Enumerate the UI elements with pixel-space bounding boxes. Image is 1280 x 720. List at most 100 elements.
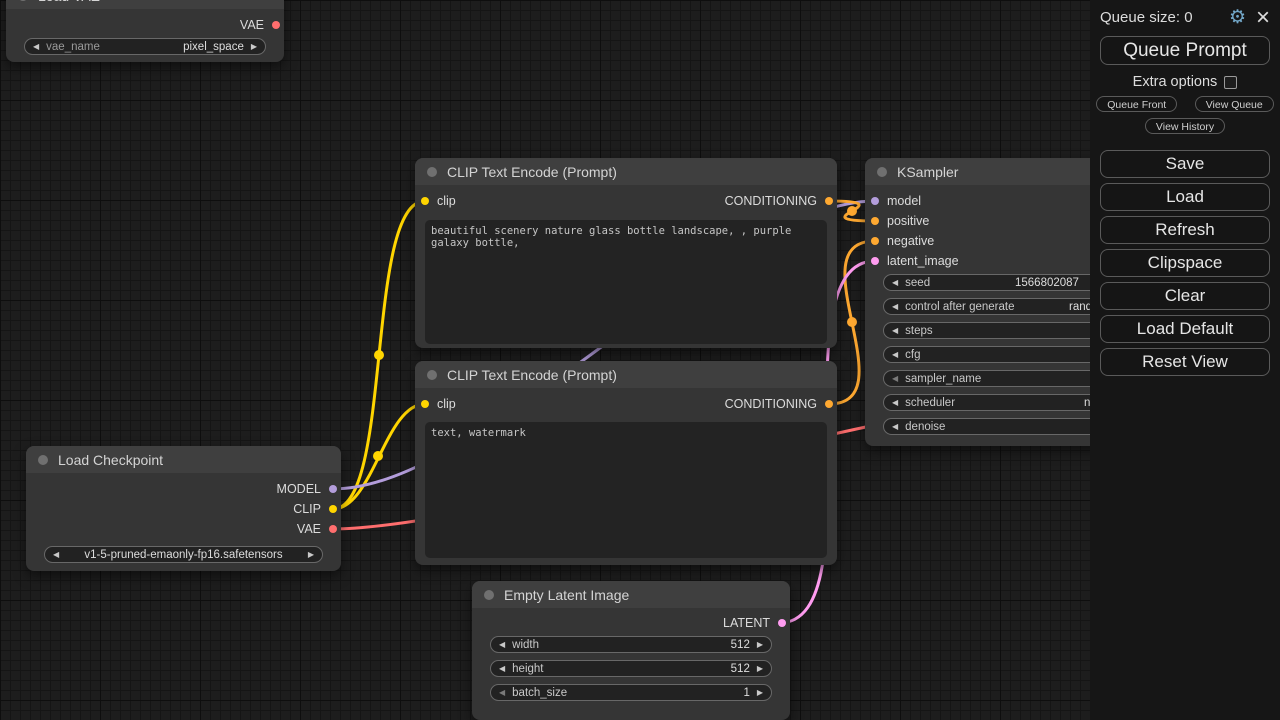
node-empty-latent-image[interactable]: Empty Latent Image LATENT ◀ width 512 ▶ … [472, 581, 790, 720]
widget-width[interactable]: ◀ width 512 ▶ [490, 636, 772, 653]
prev-arrow-icon[interactable]: ◀ [892, 423, 898, 431]
input-dot-clip[interactable] [421, 400, 429, 408]
prev-arrow-icon[interactable]: ◀ [892, 327, 898, 335]
reset-view-button[interactable]: Reset View [1100, 348, 1270, 376]
node-title: KSampler [897, 164, 958, 180]
widget-value: 1566802087 [1015, 277, 1079, 289]
output-dot-clip[interactable] [329, 505, 337, 513]
widget-name: height [512, 663, 543, 675]
clipspace-button[interactable]: Clipspace [1100, 249, 1270, 277]
widget-name: sampler_name [905, 373, 981, 385]
node-title-bar[interactable]: CLIP Text Encode (Prompt) [415, 158, 837, 185]
input-label-negative: negative [887, 234, 934, 248]
collapse-dot-icon[interactable] [18, 0, 28, 1]
output-dot-model[interactable] [329, 485, 337, 493]
input-dot-clip[interactable] [421, 197, 429, 205]
prev-arrow-icon[interactable]: ◀ [499, 665, 505, 673]
load-button[interactable]: Load [1100, 183, 1270, 211]
input-label-latent-image: latent_image [887, 254, 959, 268]
slot-row: VAE [26, 519, 341, 539]
prompt-textarea[interactable]: beautiful scenery nature glass bottle la… [425, 220, 827, 344]
view-queue-button[interactable]: View Queue [1195, 96, 1274, 112]
link-dot [373, 451, 383, 461]
input-label-clip: clip [437, 194, 456, 208]
node-load-vae[interactable]: Load VAE VAE ◀ vae_name pixel_space ▶ [6, 0, 284, 62]
comfy-menu: Queue size: 0 ⚙ × Queue Prompt Extra opt… [1090, 0, 1280, 720]
prev-arrow-icon[interactable]: ◀ [892, 399, 898, 407]
extra-options-label: Extra options [1133, 74, 1218, 90]
widget-value: 1 [743, 687, 749, 699]
next-arrow-icon[interactable]: ▶ [308, 551, 314, 559]
output-dot-vae[interactable] [272, 21, 280, 29]
widget-value: pixel_space [183, 41, 244, 53]
link-dot [847, 206, 857, 216]
output-label-vae: VAE [297, 522, 321, 536]
wire-clip-to-negative-prompt [333, 404, 425, 509]
slot-row: MODEL [26, 479, 341, 499]
collapse-dot-icon[interactable] [484, 590, 494, 600]
output-label-vae: VAE [240, 18, 264, 32]
widget-batch-size[interactable]: ◀ batch_size 1 ▶ [490, 684, 772, 701]
queue-front-button[interactable]: Queue Front [1096, 96, 1177, 112]
output-dot-latent[interactable] [778, 619, 786, 627]
output-dot-vae[interactable] [329, 525, 337, 533]
input-dot-latent-image[interactable] [871, 257, 879, 265]
widget-name: cfg [905, 349, 920, 361]
input-label-clip: clip [437, 397, 456, 411]
node-load-checkpoint[interactable]: Load Checkpoint MODEL CLIP VAE ◀ v1-5-pr… [26, 446, 341, 571]
queue-prompt-button[interactable]: Queue Prompt [1100, 36, 1270, 65]
next-arrow-icon[interactable]: ▶ [757, 641, 763, 649]
prev-arrow-icon[interactable]: ◀ [892, 351, 898, 359]
input-dot-positive[interactable] [871, 217, 879, 225]
node-title: CLIP Text Encode (Prompt) [447, 367, 617, 383]
collapse-dot-icon[interactable] [38, 455, 48, 465]
link-dot [374, 350, 384, 360]
close-icon[interactable]: × [1256, 8, 1270, 27]
collapse-dot-icon[interactable] [427, 167, 437, 177]
prev-arrow-icon[interactable]: ◀ [33, 43, 39, 51]
widget-height[interactable]: ◀ height 512 ▶ [490, 660, 772, 677]
queue-size-label: Queue size: 0 [1100, 9, 1193, 26]
input-dot-negative[interactable] [871, 237, 879, 245]
link-dot [847, 317, 857, 327]
prev-arrow-icon[interactable]: ◀ [892, 375, 898, 383]
output-label-model: MODEL [277, 482, 321, 496]
load-default-button[interactable]: Load Default [1100, 315, 1270, 343]
node-title-bar[interactable]: Empty Latent Image [472, 581, 790, 608]
node-clip-text-encode-positive[interactable]: CLIP Text Encode (Prompt) clip CONDITION… [415, 158, 837, 348]
prev-arrow-icon[interactable]: ◀ [499, 689, 505, 697]
prev-arrow-icon[interactable]: ◀ [499, 641, 505, 649]
clear-button[interactable]: Clear [1100, 282, 1270, 310]
collapse-dot-icon[interactable] [427, 370, 437, 380]
prev-arrow-icon[interactable]: ◀ [892, 303, 898, 311]
next-arrow-icon[interactable]: ▶ [757, 689, 763, 697]
widget-ckpt-name[interactable]: ◀ v1-5-pruned-emaonly-fp16.safetensors ▶ [44, 546, 323, 563]
prev-arrow-icon[interactable]: ◀ [892, 279, 898, 287]
output-label-conditioning: CONDITIONING [725, 397, 817, 411]
widget-value: v1-5-pruned-emaonly-fp16.safetensors [45, 549, 322, 561]
slot-row: clip CONDITIONING [415, 191, 837, 211]
prev-arrow-icon[interactable]: ◀ [53, 551, 59, 559]
output-label-conditioning: CONDITIONING [725, 194, 817, 208]
next-arrow-icon[interactable]: ▶ [251, 43, 257, 51]
output-dot-conditioning[interactable] [825, 197, 833, 205]
node-title-bar[interactable]: Load Checkpoint [26, 446, 341, 473]
slot-row: CLIP [26, 499, 341, 519]
node-canvas[interactable]: Load VAE VAE ◀ vae_name pixel_space ▶ CL… [0, 0, 1280, 720]
refresh-button[interactable]: Refresh [1100, 216, 1270, 244]
extra-options-checkbox[interactable] [1224, 76, 1237, 89]
settings-gear-icon[interactable]: ⚙ [1229, 8, 1246, 27]
node-title-bar[interactable]: CLIP Text Encode (Prompt) [415, 361, 837, 388]
next-arrow-icon[interactable]: ▶ [757, 665, 763, 673]
widget-name: vae_name [46, 41, 100, 53]
input-dot-model[interactable] [871, 197, 879, 205]
slot-row: LATENT [472, 613, 790, 633]
prompt-textarea[interactable]: text, watermark [425, 422, 827, 558]
node-clip-text-encode-negative[interactable]: CLIP Text Encode (Prompt) clip CONDITION… [415, 361, 837, 565]
output-dot-conditioning[interactable] [825, 400, 833, 408]
view-history-button[interactable]: View History [1145, 118, 1225, 134]
collapse-dot-icon[interactable] [877, 167, 887, 177]
save-button[interactable]: Save [1100, 150, 1270, 178]
node-title-bar[interactable]: Load VAE [6, 0, 284, 9]
widget-vae-name[interactable]: ◀ vae_name pixel_space ▶ [24, 38, 266, 55]
